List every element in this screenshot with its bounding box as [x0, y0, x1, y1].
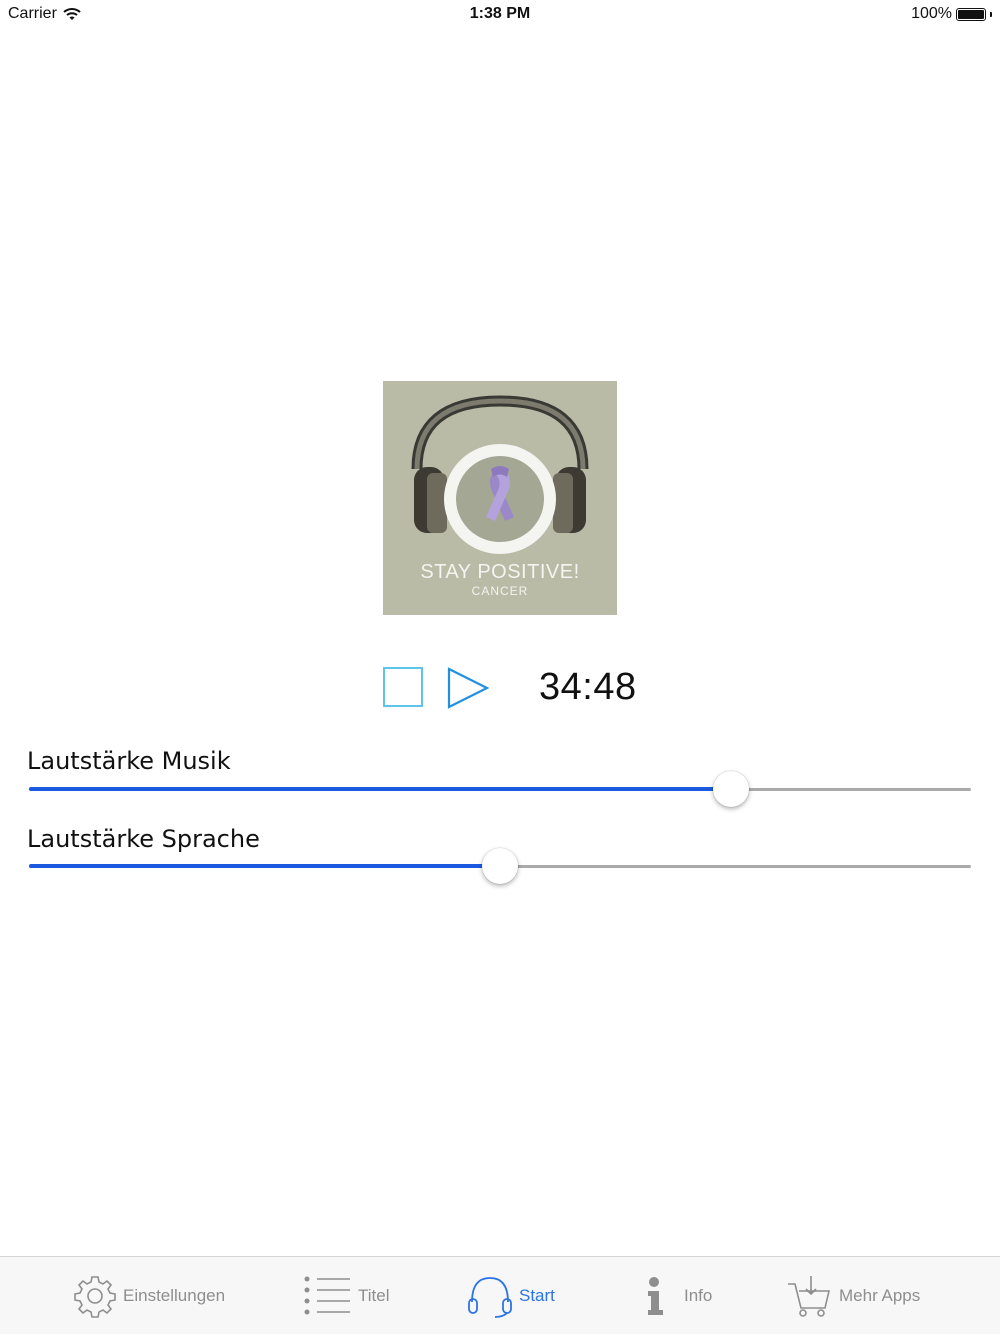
slider-fill — [29, 787, 731, 791]
battery-indicator: 100% — [911, 5, 992, 23]
tab-label: Titel — [358, 1286, 390, 1305]
status-bar: Carrier 1:38 PM 100% — [0, 0, 1000, 28]
tab-bar: Einstellungen Titel Start Info Mehr Apps — [0, 1256, 1000, 1334]
tab-start[interactable]: Start — [467, 1257, 555, 1335]
battery-icon — [956, 7, 986, 21]
tab-info[interactable]: Info — [640, 1257, 712, 1335]
album-artwork: STAY POSITIVE! CANCER — [383, 381, 617, 615]
headphones-icon — [468, 1277, 512, 1318]
info-icon — [648, 1277, 663, 1315]
slider-fill — [29, 864, 500, 868]
tab-label: Info — [684, 1286, 713, 1305]
slider-thumb[interactable] — [482, 848, 518, 884]
tab-einstellungen[interactable]: Einstellungen — [73, 1257, 225, 1335]
tab-label: Einstellungen — [123, 1286, 226, 1305]
battery-percent: 100% — [911, 5, 952, 22]
music-volume-slider[interactable] — [29, 769, 971, 809]
status-time: 1:38 PM — [469, 5, 531, 22]
stop-button[interactable] — [383, 667, 423, 707]
tab-mehr-apps[interactable]: Mehr Apps — [787, 1257, 920, 1335]
slider-thumb[interactable] — [712, 771, 749, 807]
artwork-title: STAY POSITIVE! — [420, 561, 580, 583]
artwork-subtitle: CANCER — [471, 584, 529, 598]
cart-icon — [788, 1276, 831, 1317]
list-icon — [304, 1276, 350, 1315]
time-remaining: 34:48 — [539, 666, 637, 708]
gear-icon — [74, 1276, 116, 1318]
tab-label: Start — [519, 1286, 555, 1305]
play-icon — [447, 667, 490, 709]
tab-titel[interactable]: Titel — [302, 1257, 390, 1335]
play-button[interactable] — [446, 666, 490, 710]
voice-volume-slider[interactable] — [29, 846, 971, 886]
tab-label: Mehr Apps — [839, 1286, 921, 1305]
